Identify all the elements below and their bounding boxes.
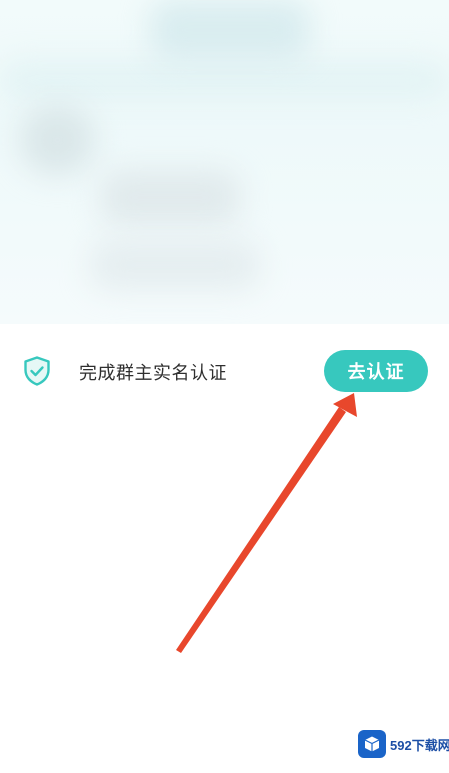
watermark-text: 592下载网	[390, 737, 449, 753]
blurred-avatar-block	[20, 105, 95, 175]
blurred-header-block	[150, 0, 310, 60]
blurred-strip	[0, 60, 449, 100]
arrow-shaft	[176, 407, 346, 653]
watermark: 592下载网	[358, 728, 449, 760]
blurred-content-area	[0, 0, 449, 324]
verification-row: 完成群主实名认证 去认证	[0, 324, 449, 419]
watermark-logo-icon	[358, 730, 386, 758]
blurred-text-block	[90, 240, 260, 290]
box-icon	[364, 736, 380, 752]
verification-label: 完成群主实名认证	[79, 363, 227, 384]
shield-check-icon	[24, 356, 50, 386]
screen: 完成群主实名认证 去认证 592下载网	[0, 0, 449, 773]
blurred-text-block	[100, 170, 240, 225]
verify-button[interactable]: 去认证	[324, 350, 428, 392]
